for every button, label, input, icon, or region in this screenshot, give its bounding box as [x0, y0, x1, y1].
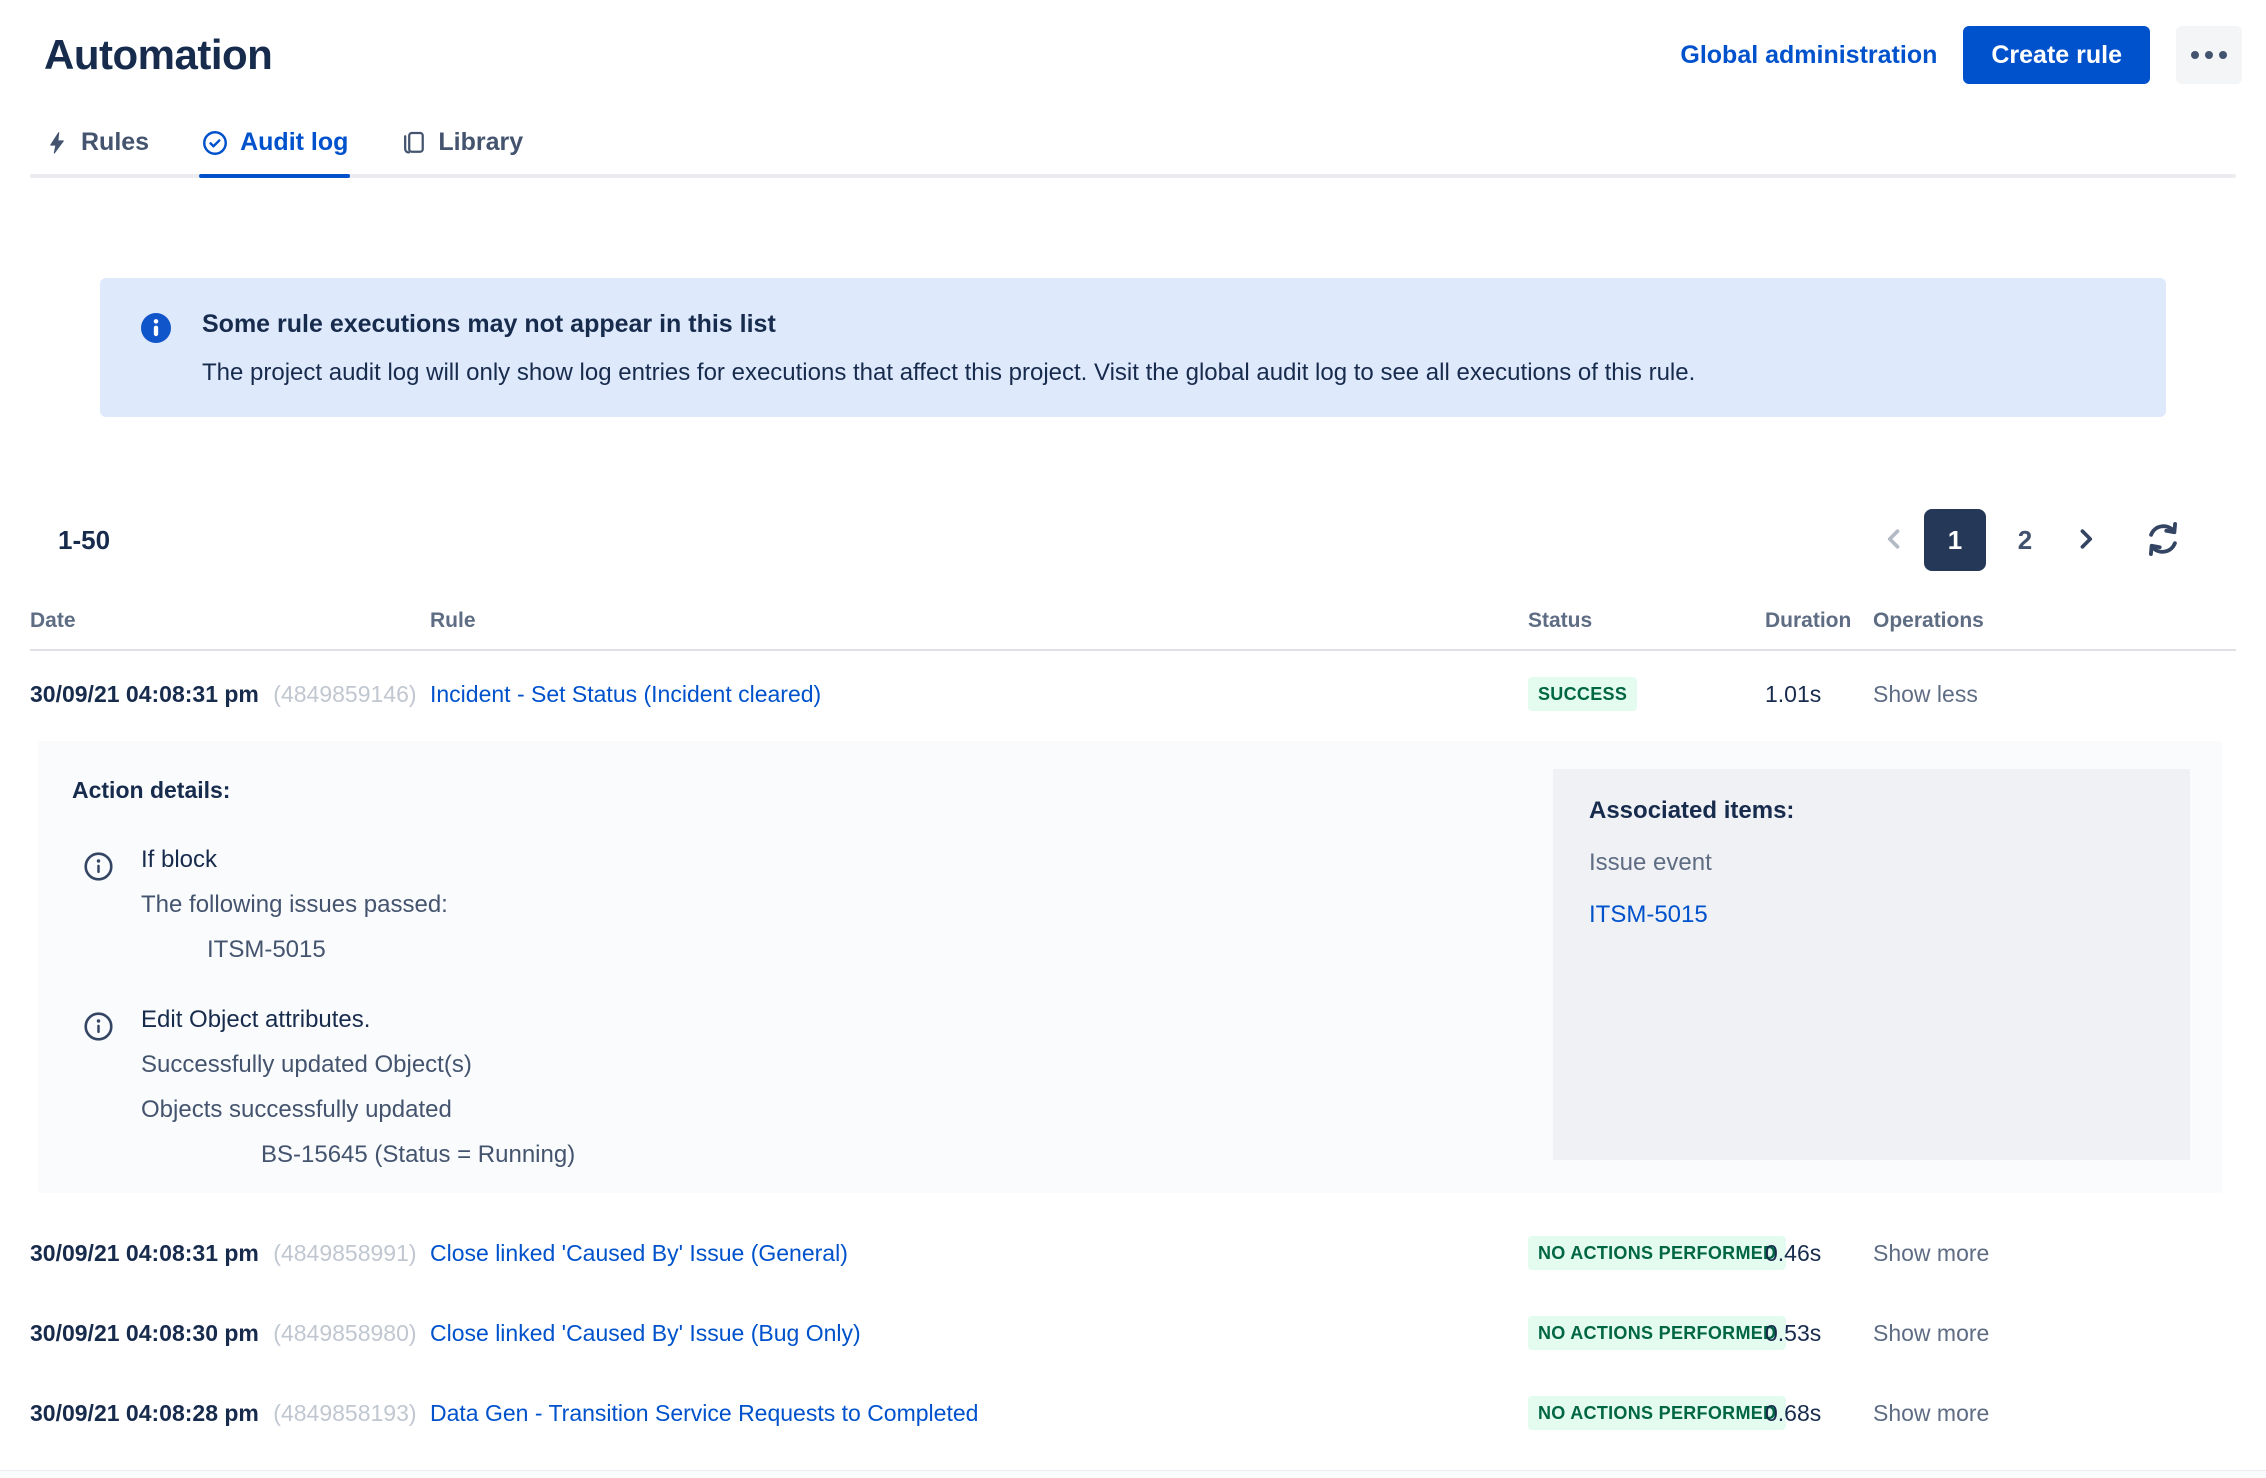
tab-audit-log[interactable]: Audit log	[201, 128, 348, 174]
chevron-left-icon	[1877, 522, 1911, 559]
tab-library[interactable]: Library	[400, 128, 523, 174]
pagination: 1 2	[1872, 509, 2184, 571]
show-more-link[interactable]: Show more	[1855, 1400, 1989, 1426]
global-administration-link[interactable]: Global administration	[1680, 41, 1937, 70]
table-row: 30/09/21 04:08:31 pm (4849859146) Incide…	[30, 651, 2236, 737]
row-execution-id: (4849858991)	[273, 1240, 416, 1266]
row-duration: 0.53s	[1765, 1320, 1855, 1347]
next-page-button[interactable]	[2064, 509, 2108, 571]
tab-label: Rules	[81, 128, 149, 157]
status-badge: NO ACTIONS PERFORMED	[1528, 1316, 1786, 1350]
list-toolbar: 1-50 1 2	[58, 509, 2184, 571]
column-header-date: Date	[30, 609, 430, 633]
tab-label: Library	[438, 128, 523, 157]
banner-body: The project audit log will only show log…	[202, 359, 1695, 387]
previous-page-button[interactable]	[1872, 509, 1916, 571]
row-date-cell: 30/09/21 04:08:31 pm (4849859146)	[30, 681, 430, 708]
info-icon	[138, 310, 174, 387]
action-details-heading: Action details:	[72, 777, 575, 804]
table-row: 30/09/21 04:08:28 pm (4849858193) Data G…	[30, 1373, 2236, 1453]
row-date-cell: 30/09/21 04:08:31 pm (4849858991)	[30, 1240, 430, 1267]
show-more-link[interactable]: Show more	[1855, 1320, 1989, 1346]
detail-item-line: Objects successfully updated	[141, 1096, 575, 1124]
row-date-cell: 30/09/21 04:08:28 pm (4849858193)	[30, 1400, 430, 1427]
row-execution-id: (4849858193)	[273, 1400, 416, 1426]
info-circle-icon	[82, 850, 115, 964]
row-execution-id: (4849858980)	[273, 1320, 416, 1346]
info-banner: Some rule executions may not appear in t…	[100, 278, 2166, 417]
table-row: 30/09/21 04:08:30 pm (4849858980) Close …	[30, 1293, 2236, 1373]
associated-items-panel: Associated items: Issue event ITSM-5015	[1553, 769, 2190, 1160]
status-badge: SUCCESS	[1528, 677, 1637, 711]
create-rule-button[interactable]: Create rule	[1963, 26, 2150, 84]
library-icon	[400, 129, 427, 156]
row-duration: 1.01s	[1765, 681, 1855, 708]
detail-item-object: BS-15645 (Status = Running)	[141, 1141, 575, 1169]
page-header: Automation Global administration Create …	[0, 0, 2266, 84]
results-range-label: 1-50	[58, 525, 110, 556]
page-title: Automation	[44, 31, 272, 79]
audit-log-table: Date Rule Status Duration Operations 30/…	[30, 609, 2236, 1453]
next-row-panel-edge	[0, 1470, 2266, 1478]
more-actions-button[interactable]	[2176, 26, 2242, 84]
status-badge: NO ACTIONS PERFORMED	[1528, 1396, 1786, 1430]
tab-rules[interactable]: Rules	[44, 128, 149, 174]
chevron-right-icon	[2069, 522, 2103, 559]
detail-item-content: If block The following issues passed: IT…	[141, 846, 448, 964]
tab-bar: Rules Audit log Library	[30, 128, 2236, 178]
row-date: 30/09/21 04:08:31 pm	[30, 1240, 259, 1266]
column-header-operations: Operations	[1855, 609, 2236, 633]
expanded-row-details: Action details: If block The following i…	[38, 741, 2222, 1193]
detail-item: If block The following issues passed: IT…	[82, 846, 575, 964]
rule-link[interactable]: Data Gen - Transition Service Requests t…	[430, 1400, 978, 1426]
detail-item-issue: ITSM-5015	[141, 936, 448, 964]
action-details: Action details: If block The following i…	[70, 769, 575, 1163]
ellipsis-icon	[2205, 51, 2213, 59]
detail-item-line: Successfully updated Object(s)	[141, 1051, 575, 1079]
rule-link[interactable]: Incident - Set Status (Incident cleared)	[430, 681, 821, 707]
tab-label: Audit log	[240, 128, 348, 157]
row-execution-id: (4849859146)	[273, 681, 416, 707]
column-header-rule: Rule	[430, 609, 1528, 633]
refresh-button[interactable]	[2142, 518, 2184, 563]
detail-item: Edit Object attributes. Successfully upd…	[82, 1006, 575, 1169]
detail-item-title: Edit Object attributes.	[141, 1006, 575, 1034]
banner-title: Some rule executions may not appear in t…	[202, 310, 1695, 339]
row-date-cell: 30/09/21 04:08:30 pm (4849858980)	[30, 1320, 430, 1347]
banner-content: Some rule executions may not appear in t…	[202, 308, 1695, 387]
show-more-link[interactable]: Show more	[1855, 1240, 1989, 1266]
refresh-icon	[2142, 518, 2184, 563]
row-duration: 0.68s	[1765, 1400, 1855, 1427]
ellipsis-icon	[2219, 51, 2227, 59]
row-date: 30/09/21 04:08:28 pm	[30, 1400, 259, 1426]
detail-item-title: If block	[141, 846, 448, 874]
header-actions: Global administration Create rule	[1680, 26, 2242, 84]
detail-item-content: Edit Object attributes. Successfully upd…	[141, 1006, 575, 1169]
associated-items-heading: Associated items:	[1589, 797, 2154, 825]
rule-link[interactable]: Close linked 'Caused By' Issue (Bug Only…	[430, 1320, 861, 1346]
row-date: 30/09/21 04:08:30 pm	[30, 1320, 259, 1346]
row-duration: 0.46s	[1765, 1240, 1855, 1267]
info-circle-icon	[82, 1010, 115, 1169]
ellipsis-icon	[2191, 51, 2199, 59]
associated-item-type: Issue event	[1589, 849, 2154, 877]
check-circle-icon	[201, 129, 229, 157]
show-less-link[interactable]: Show less	[1855, 681, 1978, 707]
table-header-row: Date Rule Status Duration Operations	[30, 609, 2236, 651]
table-row: 30/09/21 04:08:31 pm (4849858991) Close …	[30, 1213, 2236, 1293]
detail-item-line: The following issues passed:	[141, 891, 448, 919]
lightning-icon	[44, 130, 70, 156]
status-badge: NO ACTIONS PERFORMED	[1528, 1236, 1786, 1270]
rule-link[interactable]: Close linked 'Caused By' Issue (General)	[430, 1240, 848, 1266]
column-header-status: Status	[1528, 609, 1765, 633]
column-header-duration: Duration	[1765, 609, 1855, 633]
page-button-2[interactable]: 2	[1994, 509, 2056, 571]
associated-issue-link[interactable]: ITSM-5015	[1589, 901, 1708, 929]
page-button-1[interactable]: 1	[1924, 509, 1986, 571]
row-date: 30/09/21 04:08:31 pm	[30, 681, 259, 707]
